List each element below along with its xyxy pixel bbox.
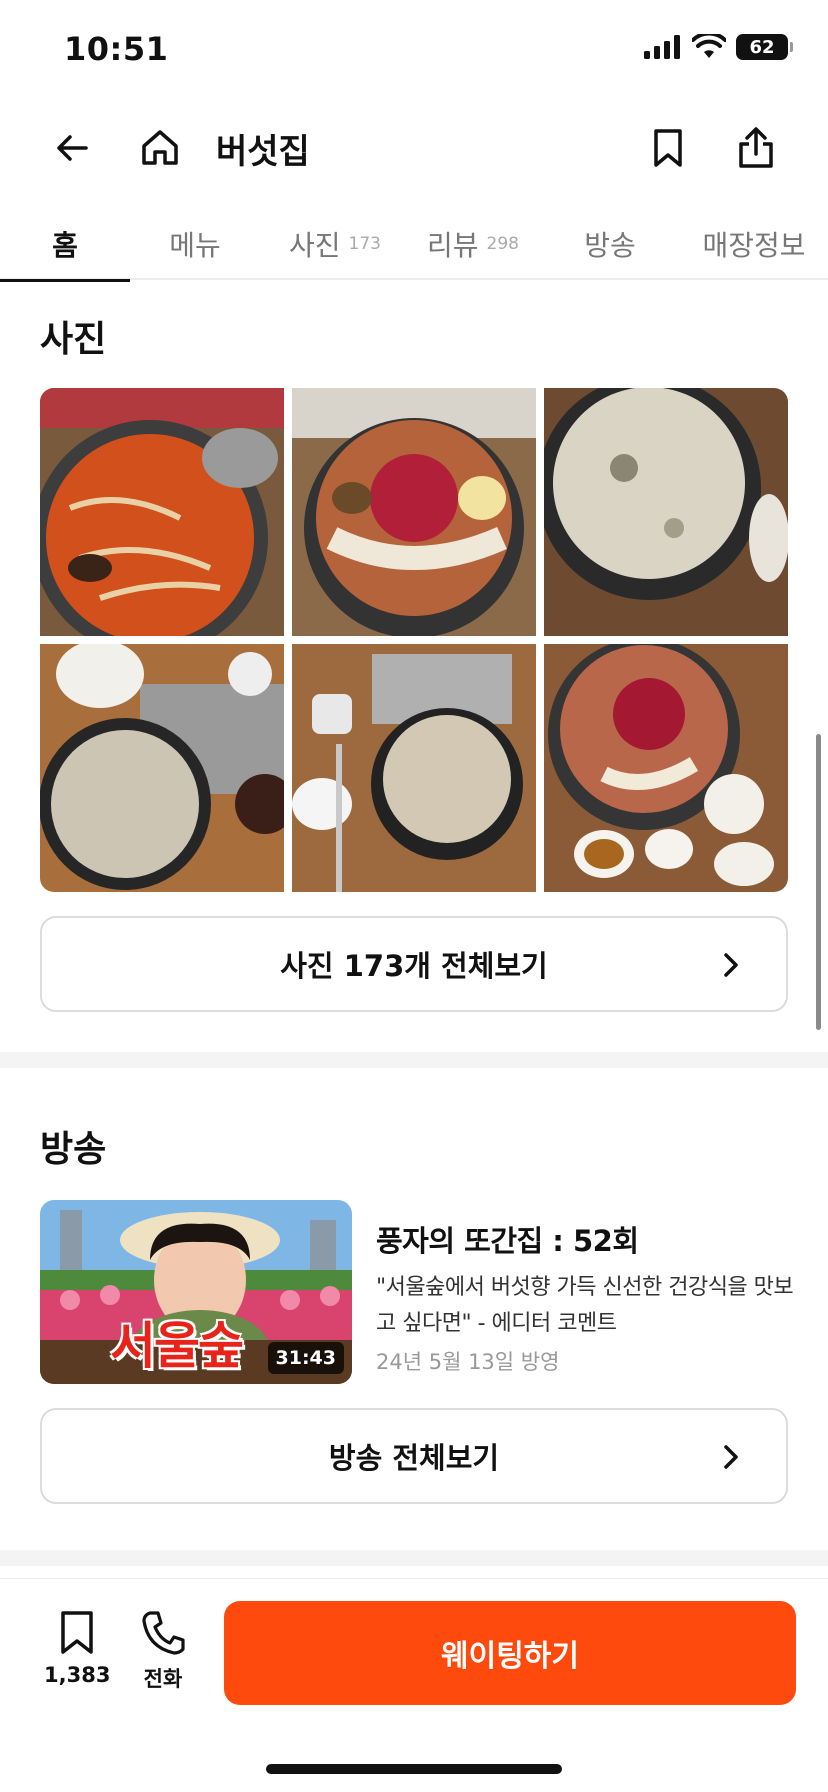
photo-grid bbox=[40, 388, 788, 892]
photo-image bbox=[544, 388, 788, 636]
waiting-button[interactable]: 웨이팅하기 bbox=[224, 1601, 796, 1705]
photos-section-title: 사진 bbox=[40, 319, 107, 360]
photo-image bbox=[40, 644, 284, 892]
tab-label: 방송 bbox=[584, 229, 636, 262]
call-button[interactable]: 전화 bbox=[140, 1609, 186, 1693]
home-button[interactable] bbox=[132, 120, 188, 176]
tab-home[interactable]: 홈 bbox=[0, 210, 130, 282]
tab-label: 리뷰 bbox=[427, 229, 479, 262]
photo-thumbnail[interactable] bbox=[40, 644, 284, 892]
battery-indicator: 62 bbox=[736, 34, 793, 60]
tab-store-info[interactable]: 매장정보 bbox=[680, 210, 828, 280]
photo-thumbnail[interactable] bbox=[40, 388, 284, 636]
photo-image bbox=[544, 644, 788, 892]
broadcast-description: "서울숲에서 버섯향 가득 신선한 건강식을 맛보고 싶다면" - 에디터 코멘… bbox=[376, 1275, 794, 1336]
view-all-photos-label: 사진 173개 전체보기 bbox=[280, 949, 548, 983]
status-icons: 62 bbox=[644, 34, 793, 60]
photo-thumbnail[interactable] bbox=[292, 388, 536, 636]
save-button[interactable]: 1,383 bbox=[44, 1609, 110, 1687]
bookmark-button[interactable] bbox=[640, 120, 696, 176]
photo-thumbnail[interactable] bbox=[544, 644, 788, 892]
tab-reviews[interactable]: 리뷰 298 bbox=[408, 210, 538, 280]
page-title: 버섯집 bbox=[216, 132, 310, 172]
section-divider bbox=[0, 1550, 828, 1566]
status-time: 10:51 bbox=[64, 30, 169, 68]
call-label: 전화 bbox=[143, 1667, 183, 1691]
wifi-icon bbox=[692, 34, 726, 58]
photo-image bbox=[40, 388, 284, 636]
bookmark-icon bbox=[61, 1611, 93, 1654]
broadcast-episode-title: 풍자의 또간집 : 52회 bbox=[376, 1224, 639, 1258]
view-all-broadcasts-label: 방송 전체보기 bbox=[328, 1441, 500, 1475]
tab-count: 298 bbox=[486, 234, 519, 254]
tab-label: 매장정보 bbox=[702, 229, 806, 262]
tab-menu[interactable]: 메뉴 bbox=[130, 210, 260, 280]
tab-active-indicator bbox=[0, 279, 130, 282]
chevron-right-icon bbox=[724, 953, 738, 977]
home-indicator bbox=[266, 1764, 562, 1774]
tab-label: 메뉴 bbox=[169, 229, 221, 262]
tab-label: 사진 bbox=[289, 229, 341, 262]
view-all-photos-button[interactable]: 사진 173개 전체보기 bbox=[40, 916, 788, 1012]
broadcast-section-title: 방송 bbox=[40, 1129, 107, 1170]
broadcast-thumbnail[interactable]: 서울숲 31:43 bbox=[40, 1200, 352, 1384]
photo-image bbox=[292, 644, 536, 892]
view-all-broadcasts-button[interactable]: 방송 전체보기 bbox=[40, 1408, 788, 1504]
header: 버섯집 bbox=[0, 110, 828, 186]
share-icon bbox=[739, 127, 773, 168]
scrollbar[interactable] bbox=[816, 734, 821, 1030]
home-icon bbox=[142, 130, 178, 165]
status-bar: 10:51 62 bbox=[0, 0, 828, 100]
tab-bar: 홈 메뉴 사진 173 리뷰 298 방송 매장정보 bbox=[0, 210, 828, 282]
bottom-action-bar: 1,383 전화 웨이팅하기 bbox=[0, 1578, 828, 1792]
chevron-right-icon bbox=[724, 1445, 738, 1469]
tab-label: 홈 bbox=[52, 229, 78, 262]
section-divider bbox=[0, 1052, 828, 1068]
broadcast-date: 24년 5월 13일 방영 bbox=[376, 1350, 560, 1374]
video-duration-badge: 31:43 bbox=[267, 1342, 344, 1374]
signal-icon bbox=[644, 35, 680, 59]
back-button[interactable] bbox=[44, 120, 100, 176]
photo-image bbox=[292, 388, 536, 636]
broadcast-thumbnail-text: 서울숲 bbox=[110, 1317, 244, 1375]
save-count: 1,383 bbox=[44, 1663, 111, 1687]
tab-count: 173 bbox=[348, 234, 381, 254]
photo-thumbnail[interactable] bbox=[544, 388, 788, 636]
phone-icon bbox=[142, 1611, 185, 1655]
photo-thumbnail[interactable] bbox=[292, 644, 536, 892]
broadcast-info[interactable]: 풍자의 또간집 : 52회 "서울숲에서 버섯향 가득 신선한 건강식을 맛보고… bbox=[376, 1218, 796, 1376]
bookmark-icon bbox=[654, 129, 682, 167]
arrow-left-icon bbox=[57, 135, 88, 161]
share-button[interactable] bbox=[728, 120, 784, 176]
tab-broadcast[interactable]: 방송 bbox=[545, 210, 675, 280]
tab-photos[interactable]: 사진 173 bbox=[270, 210, 400, 280]
